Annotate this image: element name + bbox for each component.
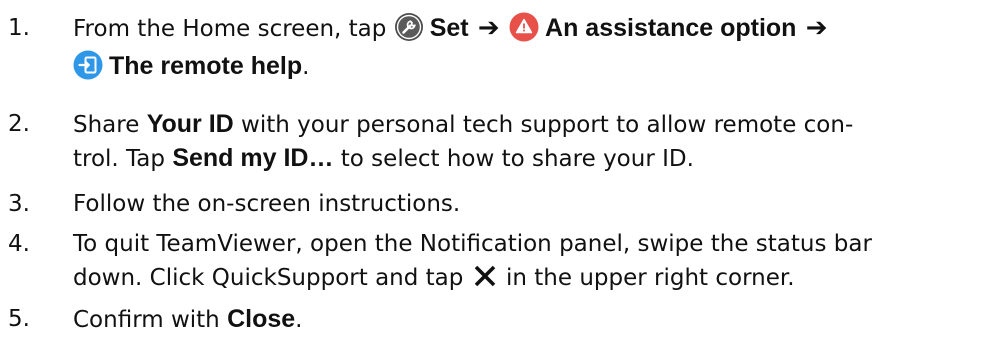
step-text-segment: to select how to share your ID.: [333, 146, 694, 172]
step-text-segment: From the Home screen, tap: [73, 16, 394, 42]
step-text-segment: Share: [73, 112, 147, 138]
step-text-continued: trol. Tap Send my ID… to select how to s…: [73, 141, 985, 176]
step-number: 2.: [8, 111, 30, 137]
step-text: From the Home screen, tap Set ➔ An assis…: [73, 11, 985, 46]
step-number: 4.: [8, 231, 30, 257]
step-text-segment: in the upper right corner.: [498, 265, 795, 291]
assistance-option-label: An assistance option: [545, 14, 797, 42]
warning-icon: [509, 12, 539, 42]
send-my-id-label: Send my ID…: [172, 144, 334, 172]
step-text-continued: The remote help.: [73, 49, 985, 84]
step-text-segment: Confirm with: [73, 307, 228, 333]
step-number: 3.: [8, 191, 30, 217]
step-text: Share Your ID with your personal tech su…: [73, 107, 985, 142]
set-label: Set: [429, 14, 469, 42]
remote-help-label: The remote help: [109, 52, 303, 80]
close-x-icon: [473, 264, 497, 288]
step-text-segment: down. Click QuickSupport and tap: [73, 265, 471, 291]
step-text: Confirm with Close.: [73, 302, 985, 337]
step-text-segment: .: [302, 54, 310, 80]
step-text-segment: with your personal tech support to allow…: [233, 112, 854, 138]
step-text-continued: down. Click QuickSupport and tap in the …: [73, 261, 985, 295]
step-number: 5.: [8, 306, 30, 332]
step-text-segment: trol. Tap: [73, 146, 173, 172]
step-text: Follow the on-screen instructions.: [73, 191, 461, 217]
step-text-segment: .: [295, 307, 303, 333]
close-label: Close: [227, 305, 296, 333]
step-number: 1.: [8, 15, 30, 41]
arrow-right-icon: ➔: [477, 13, 500, 43]
wrench-icon: [394, 12, 424, 42]
step-text: To quit TeamViewer, open the Notificatio…: [73, 231, 872, 257]
remote-login-icon: [73, 50, 103, 80]
your-id-label: Your ID: [146, 110, 234, 138]
arrow-right-icon: ➔: [805, 13, 828, 43]
